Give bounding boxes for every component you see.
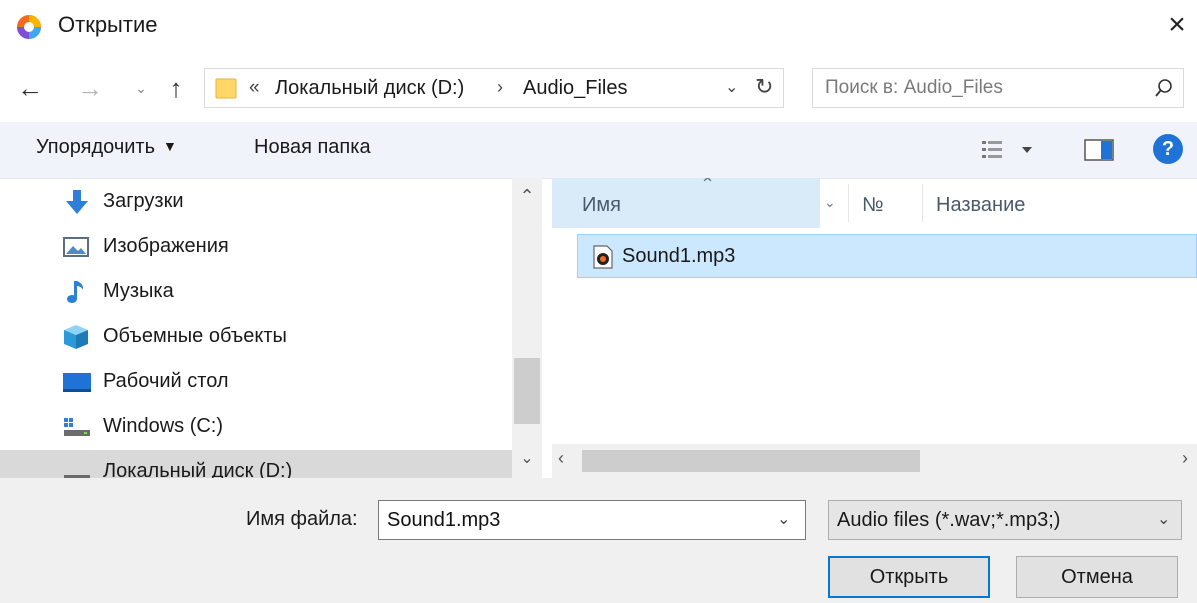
- open-button[interactable]: Открыть: [828, 556, 990, 598]
- cancel-button[interactable]: Отмена: [1016, 556, 1178, 598]
- dialog-footer: Имя файла: ⌄ Audio files (*.wav;*.mp3;) …: [0, 478, 1197, 603]
- search-icon[interactable]: [1153, 77, 1175, 99]
- nav-scrollbar[interactable]: ⌃ ⌄: [512, 178, 542, 478]
- recent-locations-chevron-icon[interactable]: ⌄: [128, 70, 154, 106]
- file-name: Sound1.mp3: [622, 245, 736, 267]
- nav-item-drive-d[interactable]: Локальный диск (D:): [0, 450, 512, 478]
- filename-label: Имя файла:: [246, 508, 358, 530]
- scroll-left-icon[interactable]: ‹: [558, 448, 564, 469]
- help-icon[interactable]: ?: [1153, 134, 1183, 164]
- nav-item-label: Изображения: [103, 235, 229, 257]
- breadcrumb-item-drive-d[interactable]: Локальный диск (D:): [275, 77, 464, 100]
- download-icon: [66, 190, 88, 214]
- new-folder-button[interactable]: Новая папка: [254, 136, 371, 159]
- file-list-pane: Имя ⌃ ⌄ № Название Sound1.mp3 ‹ ›: [552, 178, 1197, 478]
- scroll-up-icon[interactable]: ⌃: [512, 186, 542, 207]
- nav-item-downloads[interactable]: Загрузки: [0, 180, 512, 224]
- windows-drive-icon: [64, 418, 90, 436]
- title-bar: Открытие ×: [0, 0, 1197, 56]
- sort-ascending-icon: ⌃: [700, 178, 716, 194]
- column-name-label: Имя: [582, 194, 621, 216]
- 3d-objects-icon: [64, 325, 88, 349]
- filename-combobox[interactable]: ⌄: [378, 500, 806, 540]
- column-filter-chevron-icon[interactable]: ⌄: [824, 194, 836, 211]
- pictures-icon: [63, 237, 89, 257]
- mp3-file-icon: [593, 245, 613, 269]
- column-separator[interactable]: [848, 184, 849, 222]
- file-row[interactable]: Sound1.mp3: [577, 234, 1197, 278]
- nav-item-label: Музыка: [103, 280, 174, 302]
- column-header-name[interactable]: Имя ⌃: [552, 178, 820, 228]
- nav-item-music[interactable]: Музыка: [0, 270, 512, 314]
- nav-item-label: Локальный диск (D:): [103, 460, 293, 478]
- app-icon: [17, 15, 41, 39]
- folder-icon: [215, 78, 237, 99]
- chevron-down-icon[interactable]: ⌄: [725, 77, 738, 97]
- window-title: Открытие: [58, 12, 158, 37]
- scrollbar-thumb[interactable]: [514, 358, 540, 424]
- music-icon: [67, 281, 84, 303]
- nav-item-3d-objects[interactable]: Объемные объекты: [0, 315, 512, 359]
- caret-down-icon: ▼: [163, 138, 177, 154]
- command-toolbar: Упорядочить ▼ Новая папка ?: [0, 122, 1197, 179]
- search-box[interactable]: [812, 68, 1184, 108]
- column-header-number[interactable]: №: [862, 194, 883, 217]
- preview-pane-icon[interactable]: [1084, 138, 1114, 162]
- close-button[interactable]: ×: [1160, 8, 1194, 42]
- nav-item-pictures[interactable]: Изображения: [0, 225, 512, 269]
- filename-input[interactable]: [387, 501, 767, 539]
- breadcrumb-overflow[interactable]: «: [249, 77, 260, 99]
- column-header-title[interactable]: Название: [936, 194, 1025, 217]
- nav-item-label: Windows (C:): [103, 415, 224, 437]
- organize-button[interactable]: Упорядочить ▼: [36, 136, 177, 159]
- nav-item-label: Загрузки: [103, 190, 184, 212]
- up-arrow-icon[interactable]: ↑: [160, 70, 192, 106]
- organize-label: Упорядочить: [36, 136, 156, 158]
- chevron-down-icon: ⌄: [1157, 511, 1171, 528]
- scrollbar-thumb[interactable]: [582, 450, 920, 472]
- refresh-icon[interactable]: ↻: [755, 74, 773, 100]
- breadcrumb-item-audio-files[interactable]: Audio_Files: [523, 77, 628, 100]
- navigation-pane: Загрузки Изображения Музыка Объемные объ…: [0, 178, 550, 478]
- column-header: Имя ⌃ ⌄ № Название: [552, 178, 1197, 228]
- nav-item-label: Рабочий стол: [103, 370, 229, 392]
- filetype-select[interactable]: Audio files (*.wav;*.mp3;) ⌄: [828, 500, 1182, 540]
- desktop-icon: [63, 373, 91, 392]
- nav-item-desktop[interactable]: Рабочий стол: [0, 360, 512, 404]
- drive-icon: [64, 475, 90, 478]
- scroll-right-icon[interactable]: ›: [1182, 448, 1188, 469]
- search-input[interactable]: [825, 69, 1145, 107]
- horizontal-scrollbar[interactable]: ‹ ›: [552, 444, 1197, 478]
- back-arrow-icon[interactable]: ←: [14, 70, 46, 106]
- forward-arrow-icon[interactable]: →: [74, 70, 106, 106]
- address-bar[interactable]: « Локальный диск (D:) › Audio_Files ⌄ ↻: [204, 68, 784, 108]
- nav-item-windows-drive[interactable]: Windows (C:): [0, 405, 512, 449]
- breadcrumb-separator[interactable]: ›: [497, 77, 503, 98]
- filetype-value: Audio files (*.wav;*.mp3;): [837, 509, 1061, 531]
- column-separator[interactable]: [922, 184, 923, 222]
- scroll-down-icon[interactable]: ⌄: [512, 448, 542, 468]
- chevron-down-icon[interactable]: ⌄: [777, 509, 790, 529]
- view-options-icon[interactable]: [980, 138, 1040, 162]
- nav-item-label: Объемные объекты: [103, 325, 287, 347]
